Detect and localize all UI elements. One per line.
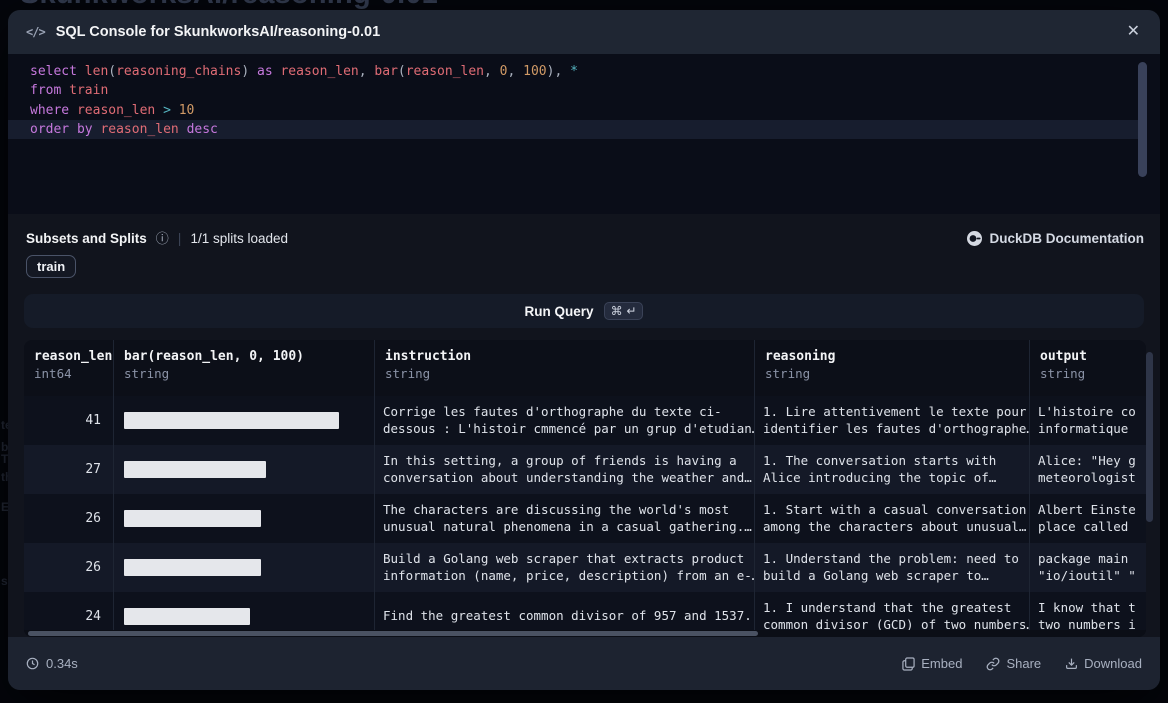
cell-bar[interactable] bbox=[114, 445, 375, 494]
cell-reasoning[interactable]: 1. Understand the problem: need to build… bbox=[755, 543, 1030, 592]
sql-editor[interactable]: select len(reasoning_chains) as reason_l… bbox=[8, 54, 1160, 214]
cell-bar[interactable] bbox=[114, 396, 375, 445]
cell-reason-len[interactable]: 26 bbox=[24, 494, 114, 543]
bar-fill bbox=[124, 608, 250, 625]
cell-reasoning[interactable]: 1. Start with a casual conversation amon… bbox=[755, 494, 1030, 543]
query-duration: 0.34s bbox=[26, 656, 78, 671]
editor-scrollbar[interactable] bbox=[1138, 62, 1147, 208]
table-row: 26 The characters are discussing the wor… bbox=[24, 494, 1146, 543]
embed-button[interactable]: Embed bbox=[902, 656, 962, 671]
cell-reason-len[interactable]: 27 bbox=[24, 445, 114, 494]
download-icon bbox=[1065, 657, 1078, 670]
cell-bar[interactable] bbox=[114, 543, 375, 592]
horizontal-scrollbar[interactable] bbox=[24, 630, 1146, 637]
cell-reason-len[interactable]: 41 bbox=[24, 396, 114, 445]
cell-reason-len[interactable]: 26 bbox=[24, 543, 114, 592]
footer-actions: Embed Share Download bbox=[902, 656, 1142, 671]
cell-instruction[interactable]: The characters are discussing the world'… bbox=[375, 494, 755, 543]
column-header: instructionstring bbox=[375, 340, 755, 396]
modal-title: SQL Console for SkunkworksAI/reasoning-0… bbox=[56, 24, 380, 40]
info-icon[interactable]: ⓘ bbox=[156, 232, 169, 245]
cell-instruction[interactable]: In this setting, a group of friends is h… bbox=[375, 445, 755, 494]
sql-console-modal: </> SQL Console for SkunkworksAI/reasoni… bbox=[8, 10, 1160, 690]
column-header: reasoningstring bbox=[755, 340, 1030, 396]
splits-chips: train bbox=[26, 255, 76, 278]
clock-icon bbox=[26, 657, 39, 670]
cell-reasoning[interactable]: 1. The conversation starts with Alice in… bbox=[755, 445, 1030, 494]
subsets-row: Subsets and Splits ⓘ | 1/1 splits loaded… bbox=[26, 226, 1144, 250]
download-button[interactable]: Download bbox=[1065, 656, 1142, 671]
cell-output[interactable]: L'histoire co informatique bbox=[1030, 396, 1146, 445]
cell-bar[interactable] bbox=[114, 494, 375, 543]
duckdb-logo-icon bbox=[967, 231, 982, 246]
subsets-label: Subsets and Splits bbox=[26, 231, 147, 246]
vertical-divider: | bbox=[178, 230, 182, 246]
run-query-button[interactable]: Run Query ⌘ ↵ bbox=[24, 294, 1144, 328]
table-row: 27 In this setting, a group of friends i… bbox=[24, 445, 1146, 494]
duckdb-documentation-link[interactable]: DuckDB Documentation bbox=[967, 231, 1144, 246]
column-header: outputstring bbox=[1030, 340, 1146, 396]
column-header: bar(reason_len, 0, 100)string bbox=[114, 340, 375, 396]
splits-loaded-status: 1/1 splits loaded bbox=[190, 231, 288, 246]
code-icon: </> bbox=[26, 25, 45, 39]
background-text-fragment: s bbox=[1, 574, 8, 588]
cell-output[interactable]: Albert Einste place called bbox=[1030, 494, 1146, 543]
cell-instruction[interactable]: Build a Golang web scraper that extracts… bbox=[375, 543, 755, 592]
bar-fill bbox=[124, 559, 261, 576]
column-header: reason_lenint64 bbox=[24, 340, 114, 396]
keyboard-shortcut-badge: ⌘ ↵ bbox=[604, 302, 644, 320]
cell-output[interactable]: package main "io/ioutil" " bbox=[1030, 543, 1146, 592]
table-header: reason_lenint64 bar(reason_len, 0, 100)s… bbox=[24, 340, 1146, 396]
table-row: 26 Build a Golang web scraper that extra… bbox=[24, 543, 1146, 592]
sql-code: select len(reasoning_chains) as reason_l… bbox=[30, 62, 1160, 139]
results-table: reason_lenint64 bar(reason_len, 0, 100)s… bbox=[24, 340, 1146, 637]
close-icon[interactable]: ✕ bbox=[1125, 22, 1142, 42]
bar-fill bbox=[124, 412, 339, 429]
cell-instruction[interactable]: Corrige les fautes d'orthographe du text… bbox=[375, 396, 755, 445]
cell-reasoning[interactable]: 1. Lire attentivement le texte pour iden… bbox=[755, 396, 1030, 445]
modal-footer: 0.34s Embed Share Download bbox=[8, 637, 1160, 690]
share-button[interactable]: Share bbox=[986, 656, 1041, 671]
table-row: 41 Corrige les fautes d'orthographe du t… bbox=[24, 396, 1146, 445]
split-chip-train[interactable]: train bbox=[26, 255, 76, 278]
vertical-scrollbar[interactable] bbox=[1146, 346, 1153, 631]
embed-icon bbox=[902, 657, 915, 671]
bar-fill bbox=[124, 510, 261, 527]
bar-fill bbox=[124, 461, 266, 478]
modal-header: </> SQL Console for SkunkworksAI/reasoni… bbox=[8, 10, 1160, 54]
cell-output[interactable]: Alice: "Hey g meteorologist bbox=[1030, 445, 1146, 494]
share-link-icon bbox=[986, 657, 1000, 671]
